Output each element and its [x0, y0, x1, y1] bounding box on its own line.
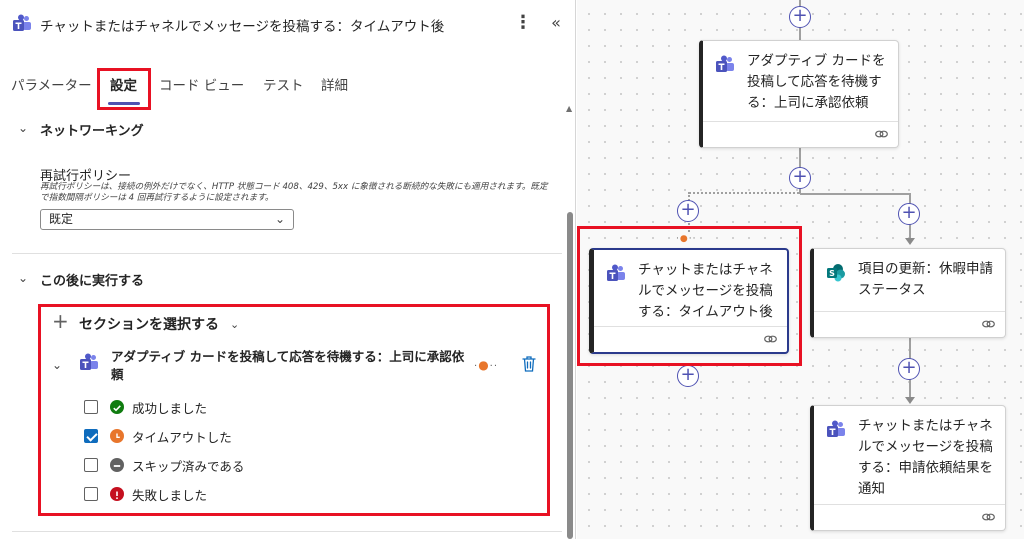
succeeded-label: 成功しました	[132, 400, 208, 416]
tab-bar: パラメーター 設定 コード ビュー テスト 詳細	[0, 66, 566, 106]
add-step-button[interactable]: +	[789, 167, 811, 189]
link-icon	[982, 320, 995, 328]
minus-circle-icon	[110, 458, 124, 472]
status-option-skipped[interactable]: スキップ済みである	[84, 456, 244, 474]
action-card-post-message-result[interactable]: チャットまたはチャネルでメッセージを投稿する：申請依頼結果を通知	[810, 405, 1006, 531]
section-divider	[12, 253, 562, 254]
add-step-button[interactable]: +	[898, 358, 920, 380]
chevron-down-icon[interactable]: ⌄	[18, 122, 30, 134]
timed-out-label: タイムアウトした	[132, 429, 232, 445]
status-option-failed[interactable]: 失敗しました	[84, 485, 207, 503]
status-option-timed-out[interactable]: タイムアウトした	[84, 427, 232, 445]
status-option-succeeded[interactable]: 成功しました	[84, 398, 207, 416]
chevron-down-icon: ⌄	[274, 212, 285, 226]
card-footer	[703, 121, 898, 147]
chevron-down-icon[interactable]: ⌄	[18, 272, 30, 284]
action-card-update-item[interactable]: S 項目の更新：休暇申請ステータス	[810, 248, 1006, 338]
collapse-panel-icon[interactable]: «	[547, 12, 565, 34]
svg-text:S: S	[829, 269, 835, 278]
retry-policy-select[interactable]: 既定 ⌄	[40, 209, 294, 230]
card-title: 項目の更新：休暇申請ステータス	[858, 261, 993, 298]
connector-arrow	[905, 238, 915, 245]
teams-icon	[827, 420, 845, 437]
delete-icon[interactable]	[521, 355, 537, 373]
tab-test[interactable]: テスト	[263, 66, 304, 106]
settings-tab-highlight	[97, 68, 151, 110]
action-card-post-adaptive-card[interactable]: アダプティブ カードを投稿して応答を待機する：上司に承認依頼	[699, 40, 899, 148]
chevron-down-icon[interactable]: ⌄	[52, 358, 62, 372]
link-icon	[982, 513, 995, 521]
run-after-connector	[689, 192, 799, 194]
skipped-checkbox[interactable]	[84, 458, 98, 472]
tab-parameters[interactable]: パラメーター	[11, 66, 92, 106]
more-options-icon[interactable]: ⋮	[514, 12, 532, 34]
flow-designer-canvas[interactable]: ·●·· + + + + + + アダプティブ カードを投稿して応答を待機する：…	[577, 0, 1024, 539]
select-section-button[interactable]: セクションを選択する	[79, 314, 219, 334]
error-circle-icon	[110, 487, 124, 501]
add-step-button[interactable]: +	[677, 200, 699, 222]
card-footer	[814, 504, 1005, 530]
run-after-section-title[interactable]: この後に実行する	[40, 270, 144, 289]
add-step-button[interactable]: +	[789, 6, 811, 28]
teams-icon	[13, 14, 31, 31]
timed-out-checkbox[interactable]	[84, 429, 98, 443]
scrollbar-thumb[interactable]	[567, 212, 573, 539]
link-icon	[875, 130, 888, 138]
section-divider	[12, 531, 562, 532]
failed-checkbox[interactable]	[84, 487, 98, 501]
tab-details[interactable]: 詳細	[321, 66, 348, 106]
check-circle-icon	[110, 400, 124, 414]
card-title: チャットまたはチャネルでメッセージを投稿する：申請依頼結果を通知	[858, 418, 993, 497]
clock-icon	[110, 429, 124, 443]
chevron-down-icon[interactable]: ⌄	[230, 318, 239, 331]
teams-icon	[80, 353, 98, 370]
add-step-button[interactable]: +	[898, 203, 920, 225]
status-dots-icon: ·●··	[474, 358, 499, 372]
scroll-up-icon[interactable]: ▲	[566, 104, 572, 113]
connector-line	[800, 193, 910, 195]
skipped-label: スキップ済みである	[132, 458, 245, 474]
panel-title: チャットまたはチャネルでメッセージを投稿する：タイムアウト後	[40, 19, 445, 35]
card-title: アダプティブ カードを投稿して応答を待機する：上司に承認依頼	[747, 53, 886, 111]
failed-label: 失敗しました	[132, 487, 208, 503]
connector-arrow	[905, 397, 915, 404]
succeeded-checkbox[interactable]	[84, 400, 98, 414]
card-footer	[814, 311, 1005, 337]
teams-icon	[716, 55, 734, 72]
action-settings-panel: チャットまたはチャネルでメッセージを投稿する：タイムアウト後 ⋮ « パラメータ…	[0, 0, 576, 539]
add-step-button[interactable]: +	[677, 365, 699, 387]
selected-card-highlight	[577, 226, 802, 366]
tab-code-view[interactable]: コード ビュー	[159, 66, 244, 106]
networking-section-title[interactable]: ネットワーキング	[40, 120, 144, 139]
run-after-action-title: アダプティブ カードを投稿して応答を待機する：上司に承認依頼	[111, 349, 465, 382]
add-icon[interactable]: +	[52, 311, 69, 331]
retry-policy-description: 再試行ポリシーは、接続の例外だけでなく、HTTP 状態コード 408、429、5…	[40, 182, 548, 203]
retry-policy-value: 既定	[49, 212, 74, 226]
sharepoint-icon: S	[827, 264, 845, 282]
